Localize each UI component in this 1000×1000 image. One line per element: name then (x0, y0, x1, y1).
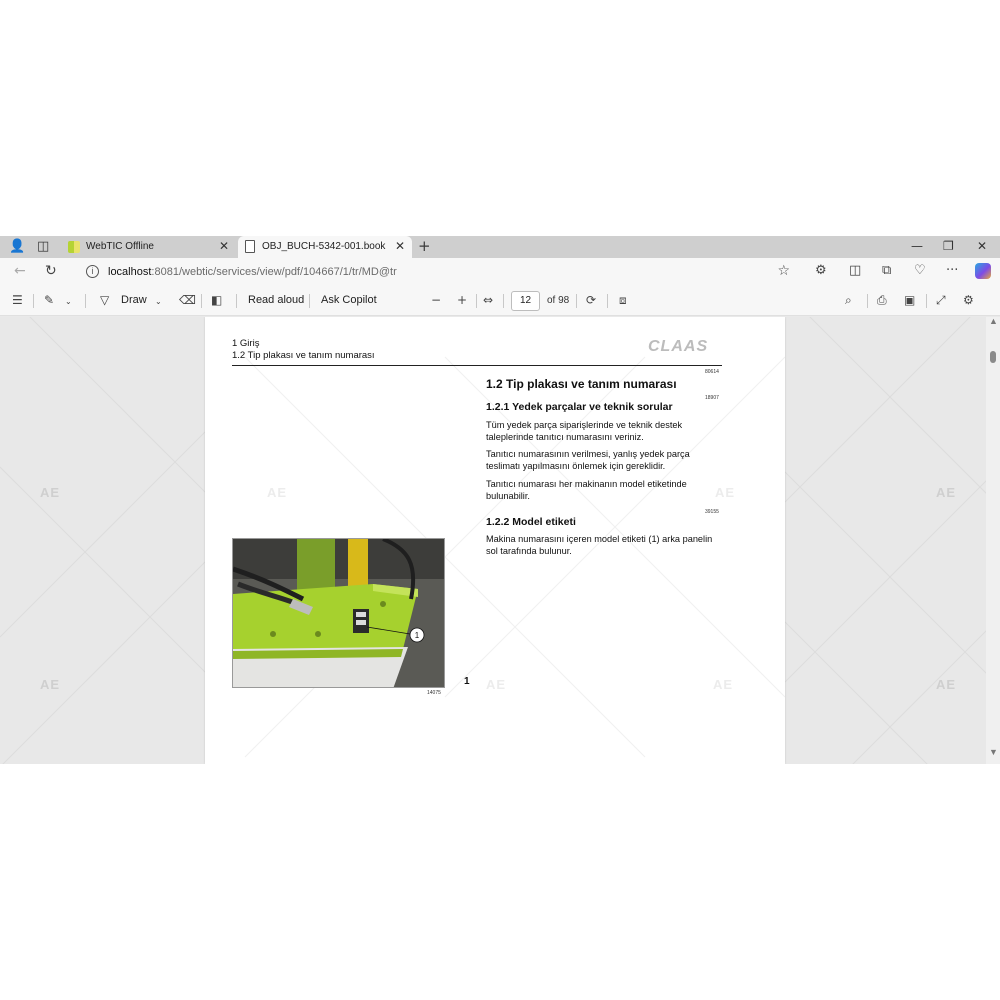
restore-icon[interactable]: ❐ (943, 239, 954, 253)
highlight-icon[interactable]: ✎ (44, 293, 54, 307)
reference-code: 39155 (705, 509, 719, 515)
header-rule (232, 365, 722, 366)
settings-gear-icon[interactable]: ⚙ (963, 293, 974, 307)
browser-window: 👤 ◫ WebTIC Offline ✕ OBJ_BUCH-5342-001.b… (0, 236, 1000, 764)
header-chapter: 1 Giriş (232, 338, 260, 349)
figure-number: 14075 (427, 690, 441, 696)
collections-icon[interactable]: ⧉ (882, 263, 891, 278)
browser-essentials-icon[interactable]: ♡ (914, 263, 926, 278)
watermark-text: AE (713, 677, 734, 692)
paragraph: Tüm yedek parça siparişlerinde ve teknik… (486, 420, 683, 442)
workspaces-icon[interactable]: ◫ (37, 239, 49, 255)
close-window-icon[interactable]: ✕ (977, 239, 987, 253)
url-text[interactable]: localhost:8081/webtic/services/view/pdf/… (108, 266, 397, 278)
minimize-icon[interactable]: — (911, 239, 923, 253)
search-icon[interactable]: ⌕ (845, 293, 852, 307)
watermark-text: AE (40, 677, 61, 692)
section-heading: 1.2 Tip plakası ve tanım numarası (486, 377, 677, 391)
toolbar-divider (867, 294, 868, 308)
profile-icon[interactable]: 👤 (9, 239, 25, 255)
toolbar-divider (926, 294, 927, 308)
header-section: 1.2 Tip plakası ve tanım numarası (232, 350, 375, 361)
watermark-text: AE (40, 485, 61, 500)
scroll-thumb[interactable] (990, 351, 996, 363)
read-aloud-button[interactable]: Read aloud (248, 294, 304, 306)
toolbar-divider (607, 294, 608, 308)
toolbar-divider (309, 294, 310, 308)
site-info-icon[interactable]: i (86, 265, 99, 278)
paragraph: Tanıtıcı numarasının verilmesi, yanlış y… (486, 449, 690, 471)
rotate-icon[interactable]: ⟳ (586, 293, 596, 307)
page-number: 1 (464, 676, 470, 687)
vertical-scrollbar[interactable]: ▲ ▼ (986, 317, 1000, 764)
figure-callout: 1 (415, 631, 420, 640)
pdf-viewer[interactable]: AE AE AE AE AE AE AE AE AE 1 Giriş 1.2 T… (0, 317, 1000, 764)
close-tab-icon[interactable]: ✕ (219, 239, 229, 253)
erase-icon[interactable]: ⌫ (179, 293, 196, 307)
fullscreen-icon[interactable]: ⤢ (936, 293, 946, 307)
subsection-heading: 1.2.1 Yedek parçalar ve teknik sorular (486, 401, 673, 413)
paragraph: Tanıtıcı numarası her makinanın model et… (486, 479, 687, 501)
claas-logo: CLAAS (648, 338, 709, 355)
webtic-favicon-icon (68, 241, 80, 253)
extensions-icon[interactable]: ⚙ (815, 263, 827, 278)
page-total: of 98 (547, 295, 570, 306)
reference-code: 18907 (705, 395, 719, 401)
more-menu-icon[interactable]: ··· (946, 263, 958, 278)
pdf-toolbar: ☰ ✎ ⌄ ▽ Draw ⌄ ⌫ ◧ Read aloud Ask Copilo… (0, 286, 1000, 316)
toolbar-divider (476, 294, 477, 308)
zoom-out-icon[interactable]: − (431, 293, 441, 307)
save-icon[interactable]: ▣ (904, 293, 915, 307)
tab-webtic-offline[interactable]: WebTIC Offline ✕ (62, 236, 238, 258)
watermark-text: AE (936, 485, 957, 500)
page-number-input[interactable]: 12 (511, 291, 540, 311)
scroll-up-arrow-icon[interactable]: ▲ (989, 317, 998, 326)
watermark-text: AE (486, 677, 507, 692)
toolbar-divider (503, 294, 504, 308)
draw-button[interactable]: Draw (121, 294, 147, 306)
tab-pdf-book[interactable]: OBJ_BUCH-5342-001.book ✕ (238, 236, 412, 258)
document-favicon-icon (245, 240, 255, 253)
favorite-star-icon[interactable]: ☆ (777, 263, 790, 279)
url-host: localhost (108, 266, 152, 278)
ask-copilot-button[interactable]: Ask Copilot (321, 294, 377, 306)
tab-title: WebTIC Offline (86, 241, 154, 252)
print-icon[interactable]: ⎙ (877, 293, 887, 307)
machine-illustration: 1 (233, 539, 444, 687)
model-plate-photo: 1 (232, 538, 445, 688)
toolbar-divider (236, 294, 237, 308)
refresh-icon[interactable]: ↻ (45, 263, 57, 279)
chevron-down-icon[interactable]: ⌄ (155, 295, 162, 309)
copilot-icon[interactable] (975, 263, 991, 279)
address-bar[interactable]: i localhost:8081/webtic/services/view/pd… (76, 261, 800, 283)
address-bar-row: ← ↻ i localhost:8081/webtic/services/vie… (0, 258, 1000, 286)
new-tab-button[interactable]: + (418, 238, 431, 254)
toolbar-divider (201, 294, 202, 308)
draw-icon[interactable]: ▽ (100, 293, 109, 307)
page-view-icon[interactable]: ⧈ (619, 293, 627, 307)
toolbar-divider (33, 294, 34, 308)
contents-icon[interactable]: ☰ (12, 293, 23, 307)
tab-title: OBJ_BUCH-5342-001.book (262, 241, 386, 252)
toolbar-divider (576, 294, 577, 308)
watermark-text: AE (936, 677, 957, 692)
pdf-page: AE AE AE AE 1 Giriş 1.2 Tip plakası ve t… (205, 317, 785, 764)
toolbar-divider (85, 294, 86, 308)
text-icon[interactable]: ◧ (211, 293, 222, 307)
url-path: :8081/webtic/services/view/pdf/104667/1/… (151, 266, 397, 278)
subsection-heading: 1.2.2 Model etiketi (486, 516, 576, 528)
zoom-in-icon[interactable]: + (457, 293, 467, 307)
scroll-down-arrow-icon[interactable]: ▼ (989, 747, 998, 757)
back-icon[interactable]: ← (14, 263, 26, 279)
fit-page-icon[interactable]: ⇔ (483, 293, 493, 307)
reference-code: 80614 (705, 369, 719, 375)
split-screen-icon[interactable]: ◫ (849, 263, 861, 278)
watermark-text: AE (267, 485, 288, 500)
close-tab-icon[interactable]: ✕ (395, 239, 405, 253)
paragraph: Makina numarasını içeren model etiketi (… (486, 534, 713, 556)
chevron-down-icon[interactable]: ⌄ (65, 295, 72, 309)
tab-strip: 👤 ◫ WebTIC Offline ✕ OBJ_BUCH-5342-001.b… (0, 236, 1000, 258)
